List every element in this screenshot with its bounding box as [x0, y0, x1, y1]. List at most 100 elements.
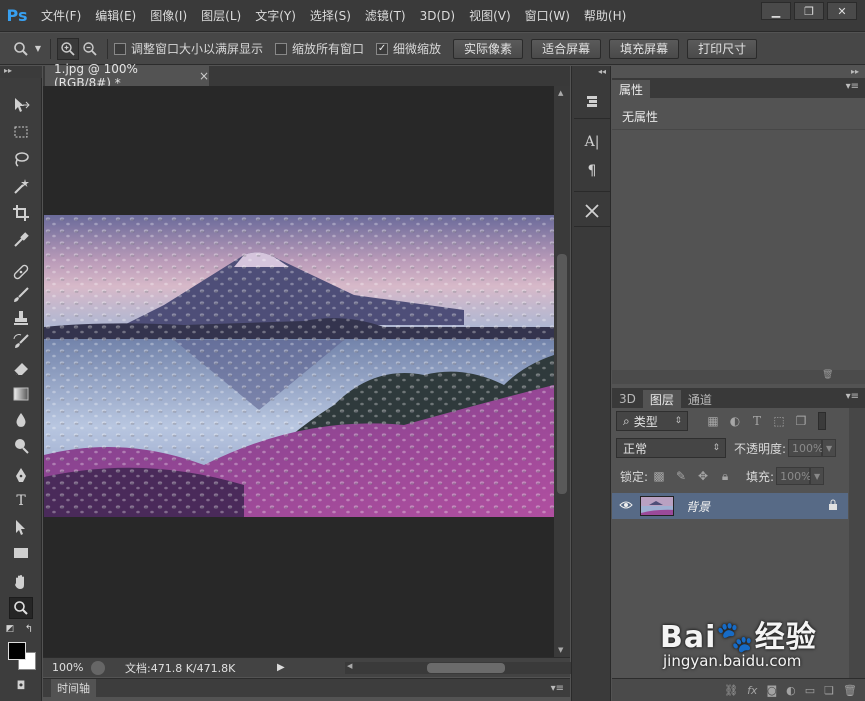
default-colors-icon[interactable]: ◩ [3, 623, 17, 635]
menu-type[interactable]: 文字(Y) [248, 0, 303, 32]
filter-smart-object-icon[interactable]: ❐ [790, 411, 812, 431]
filter-pixel-icon[interactable]: ▦ [702, 411, 724, 431]
preset-dropdown-icon[interactable]: ▼ [32, 38, 44, 60]
pen-tool-icon[interactable] [9, 464, 33, 486]
minimize-button[interactable]: ▁ [761, 2, 791, 20]
canvas-horizontal-scrollbar[interactable]: ◀ ▶ [345, 662, 585, 674]
tab-properties[interactable]: 属性 [612, 80, 651, 98]
character-panel-icon[interactable]: A| [580, 130, 604, 154]
eye-icon[interactable] [612, 499, 640, 513]
menu-layer[interactable]: 图层(L) [194, 0, 248, 32]
lock-position-icon[interactable]: ✥ [692, 466, 714, 486]
quick-mask-icon[interactable]: ◘ [10, 678, 32, 692]
zoom-tool-icon[interactable] [9, 597, 33, 619]
layer-style-icon[interactable]: fx [747, 684, 757, 697]
layer-row-background[interactable]: 背景 [612, 493, 848, 519]
checkbox-box[interactable] [114, 42, 126, 55]
scrubby-zoom-checkbox[interactable]: ✓ 细微缩放 [376, 40, 441, 57]
layer-filter-select[interactable]: ⌕ 类型 ⇕ [616, 411, 688, 431]
close-tab-icon[interactable]: × [199, 69, 209, 83]
tab-channels[interactable]: 通道 [681, 390, 719, 408]
blend-mode-select[interactable]: 正常 ⇕ [616, 438, 726, 458]
lock-transparent-icon[interactable]: ▩ [648, 466, 670, 486]
tools-collapse-handle[interactable]: ▸▸ [0, 66, 42, 78]
clone-stamp-tool-icon[interactable] [9, 307, 33, 329]
lasso-tool-icon[interactable] [9, 148, 33, 170]
rectangle-tool-icon[interactable] [9, 542, 33, 564]
dodge-tool-icon[interactable] [9, 435, 33, 457]
tab-layers[interactable]: 图层 [642, 390, 681, 408]
scroll-down-icon[interactable]: ▼ [558, 646, 563, 654]
checkbox-box[interactable] [275, 42, 288, 55]
layer-name[interactable]: 背景 [686, 498, 828, 515]
lock-image-icon[interactable]: ✎ [670, 466, 692, 486]
delete-layer-icon[interactable]: 🗑 [843, 684, 857, 697]
eyedropper-tool-icon[interactable] [9, 229, 33, 251]
filter-adjustment-icon[interactable]: ◐ [724, 411, 746, 431]
trash-icon[interactable]: 🗑 [822, 370, 833, 380]
tab-3d[interactable]: 3D [612, 390, 643, 408]
scroll-up-icon[interactable]: ▲ [558, 89, 563, 97]
magic-wand-tool-icon[interactable] [9, 175, 33, 197]
vertical-scroll-thumb[interactable] [557, 254, 567, 494]
menu-filter[interactable]: 滤镜(T) [358, 0, 413, 32]
menu-edit[interactable]: 编辑(E) [88, 0, 143, 32]
crop-tool-icon[interactable] [9, 202, 33, 224]
actual-pixels-button[interactable]: 实际像素 [453, 38, 524, 59]
panel-menu-icon[interactable]: ▾≡ [846, 391, 859, 402]
link-layers-icon[interactable]: ⛓ [724, 684, 738, 697]
restore-button[interactable]: ❐ [794, 2, 824, 20]
opacity-input[interactable]: 100% [788, 439, 824, 457]
path-selection-tool-icon[interactable] [9, 516, 33, 538]
foreground-color-swatch[interactable] [8, 642, 26, 660]
timeline-tab[interactable]: 时间轴 [51, 679, 96, 697]
canvas-area[interactable] [43, 86, 554, 657]
document-image[interactable] [44, 215, 554, 517]
paragraph-panel-icon[interactable]: ¶ [580, 159, 604, 183]
type-tool-icon[interactable]: T [9, 490, 33, 512]
history-panel-icon[interactable] [580, 90, 604, 114]
move-tool-icon[interactable] [9, 94, 33, 116]
panel-menu-icon[interactable]: ▾≡ [551, 683, 564, 694]
close-button[interactable]: ✕ [827, 2, 857, 20]
brush-tool-icon[interactable] [9, 284, 33, 306]
zoom-in-icon[interactable] [57, 37, 79, 60]
layers-scrollbar[interactable] [849, 408, 865, 678]
menu-file[interactable]: 文件(F) [34, 0, 88, 32]
collapse-arrows-icon[interactable]: ▸▸ [851, 67, 859, 76]
menu-view[interactable]: 视图(V) [462, 0, 518, 32]
healing-brush-tool-icon[interactable] [9, 261, 33, 283]
checkbox-checked-icon[interactable]: ✓ [376, 42, 389, 55]
lock-all-icon[interactable]: 🔒︎ [714, 466, 736, 486]
fill-screen-button[interactable]: 填充屏幕 [609, 38, 680, 59]
hand-tool-icon[interactable] [9, 571, 33, 593]
scroll-left-icon[interactable]: ◀ [347, 662, 352, 670]
filter-toggle[interactable] [818, 412, 826, 430]
new-layer-icon[interactable]: ❏ [824, 684, 834, 697]
adjustment-layer-icon[interactable]: ◐ [786, 684, 796, 697]
horizontal-scroll-thumb[interactable] [427, 663, 505, 673]
menu-window[interactable]: 窗口(W) [518, 0, 577, 32]
print-size-button[interactable]: 打印尺寸 [687, 38, 758, 59]
opacity-dropdown-icon[interactable]: ▼ [822, 439, 837, 457]
blur-tool-icon[interactable] [9, 409, 33, 431]
swap-colors-icon[interactable]: ↰ [22, 623, 36, 635]
menu-image[interactable]: 图像(I) [143, 0, 194, 32]
document-tab[interactable]: 1.jpg @ 100%(RGB/8#) * × [45, 62, 209, 90]
fill-dropdown-icon[interactable]: ▼ [810, 467, 825, 485]
marquee-tool-icon[interactable] [9, 121, 33, 143]
collapse-arrows-icon[interactable]: ◂◂ [598, 67, 606, 76]
fit-screen-button[interactable]: 适合屏幕 [531, 38, 602, 59]
filter-shape-icon[interactable]: ⬚ [768, 411, 790, 431]
panel-menu-icon[interactable]: ▾≡ [846, 81, 859, 92]
fill-input[interactable]: 100% [776, 467, 812, 485]
eraser-tool-icon[interactable] [9, 357, 33, 379]
history-brush-tool-icon[interactable] [9, 331, 33, 353]
zoom-level[interactable]: 100% [43, 661, 89, 674]
menu-3d[interactable]: 3D(D) [413, 0, 462, 32]
menu-select[interactable]: 选择(S) [303, 0, 358, 32]
gradient-tool-icon[interactable] [9, 383, 33, 405]
photoshop-logo[interactable]: Ps [0, 0, 34, 32]
filter-type-icon[interactable]: T [746, 411, 768, 431]
zoom-out-icon[interactable] [79, 38, 101, 60]
